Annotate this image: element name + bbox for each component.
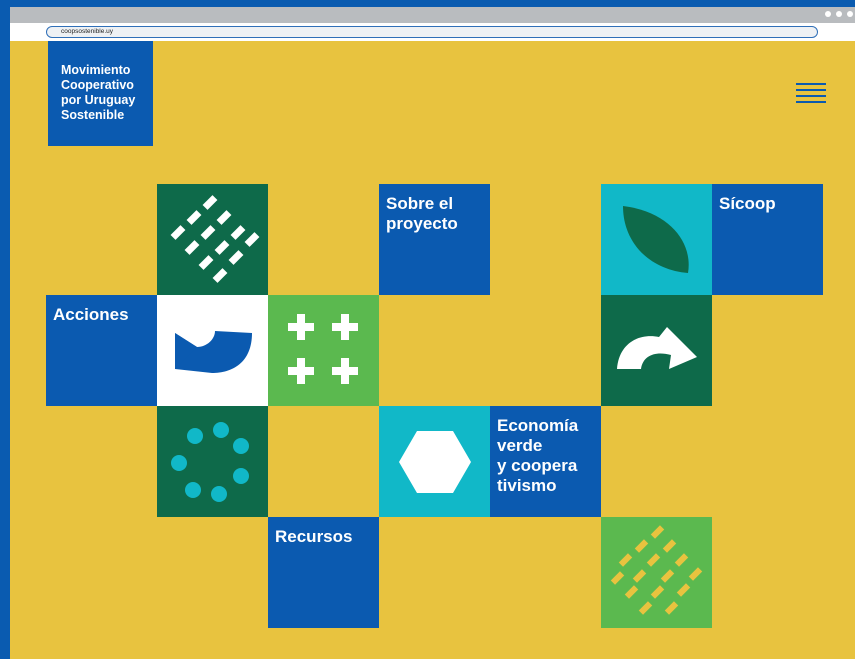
curved-arrow-icon: [157, 295, 268, 406]
tile-label: Acciones: [53, 305, 129, 325]
window-dot[interactable]: [825, 11, 831, 17]
tile-label: Sícoop: [719, 194, 776, 214]
label-line: Recursos: [275, 527, 353, 546]
logo-line: Movimiento: [61, 63, 131, 77]
nav-sicoop[interactable]: Sícoop: [712, 184, 823, 295]
return-arrow-icon: [601, 295, 712, 406]
label-line: tivismo: [497, 476, 557, 495]
hamburger-menu-icon[interactable]: [796, 83, 826, 107]
nav-recursos[interactable]: Recursos: [268, 517, 379, 628]
dot-circle-icon: [157, 406, 268, 517]
window-dot[interactable]: [847, 11, 853, 17]
logo-line: por Uruguay: [61, 93, 136, 107]
tile-label: Sobre el proyecto: [386, 194, 458, 234]
browser-window: coopsostenible.uy Movimiento Cooperativo…: [10, 7, 855, 659]
label-line: Acciones: [53, 305, 129, 324]
tile-label: Economía verde y coopera tivismo: [497, 416, 578, 496]
logo-line: Sostenible: [61, 108, 125, 122]
label-line: y coopera: [497, 456, 578, 475]
tile-label: Recursos: [275, 527, 352, 547]
plus-grid-icon: [268, 295, 379, 406]
address-bar: coopsostenible.uy: [10, 23, 855, 41]
nav-sobre-el-proyecto[interactable]: Sobre el proyecto: [379, 184, 490, 295]
label-line: verde: [497, 436, 543, 455]
site-logo[interactable]: Movimiento Cooperativo por Uruguay Soste…: [48, 41, 153, 146]
logo-line: Cooperativo: [61, 78, 134, 92]
window-titlebar: [10, 7, 855, 23]
leaf-icon: [601, 184, 712, 295]
label-line: Economía: [497, 416, 579, 435]
nav-acciones[interactable]: Acciones: [46, 295, 157, 406]
window-dot[interactable]: [836, 11, 842, 17]
label-line: Sobre el: [386, 194, 454, 213]
label-line: proyecto: [386, 214, 458, 233]
url-field[interactable]: coopsostenible.uy: [46, 26, 818, 38]
yellow-dashes-icon: [601, 517, 712, 628]
url-text: coopsostenible.uy: [61, 28, 114, 35]
hexagon-icon: [379, 406, 490, 517]
window-controls: [825, 11, 853, 17]
diagonal-dashes-icon: [157, 184, 268, 295]
nav-economia-verde[interactable]: Economía verde y coopera tivismo: [490, 406, 601, 517]
label-line: Sícoop: [719, 194, 776, 213]
